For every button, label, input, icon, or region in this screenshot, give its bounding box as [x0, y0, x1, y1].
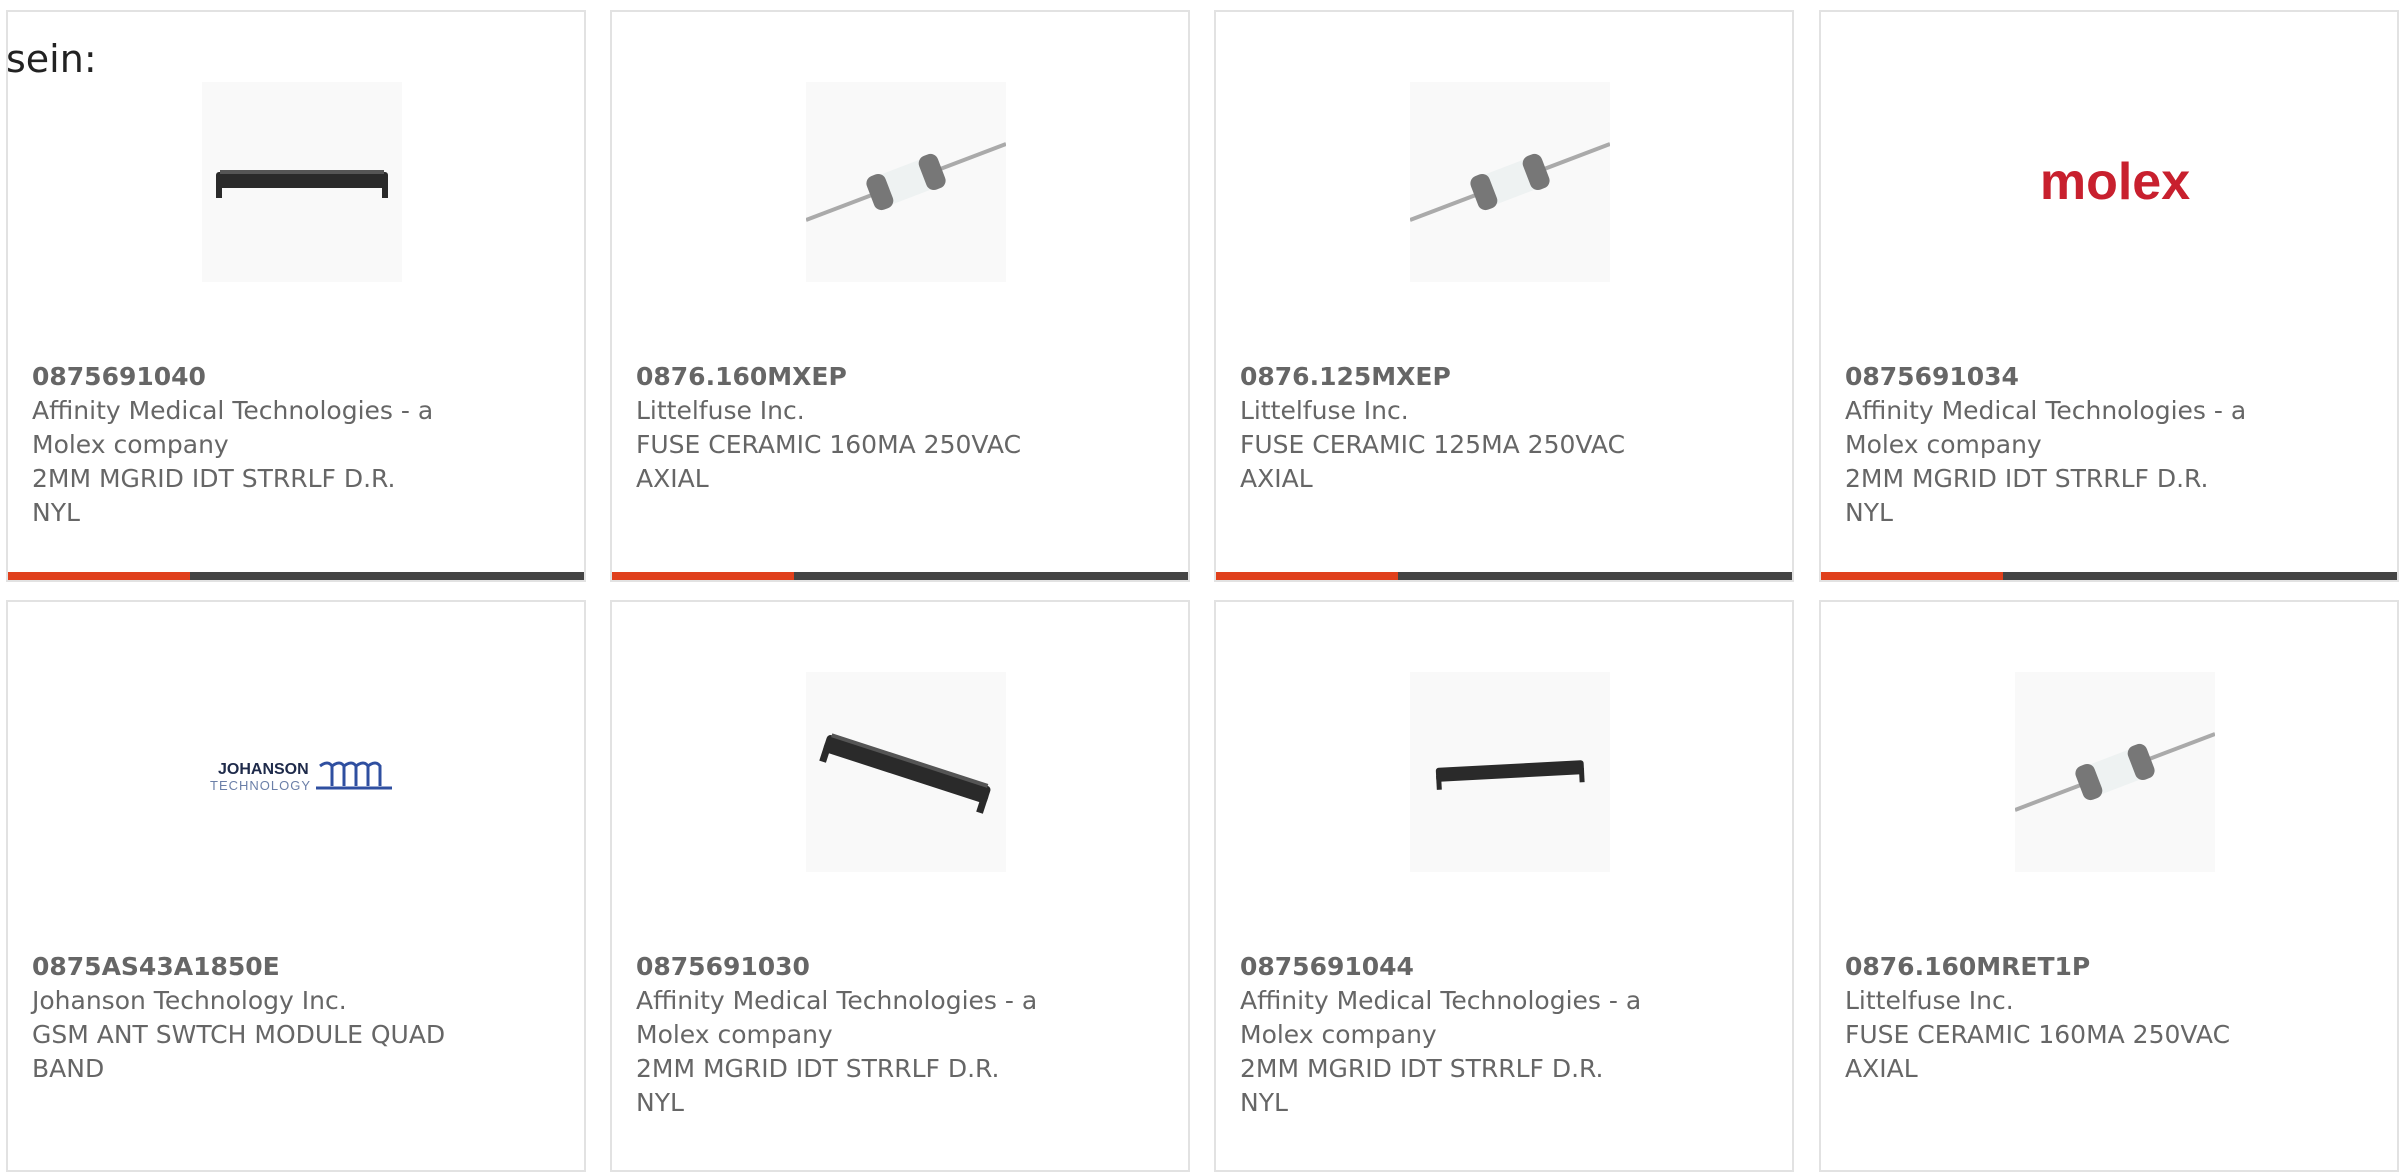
- description-line: AXIAL: [1240, 464, 1313, 493]
- manufacturer-line: Molex company: [32, 430, 229, 459]
- description-line: FUSE CERAMIC 125MA 250VAC: [1240, 430, 1626, 459]
- product-info: 0875691044 Affinity Medical Technologies…: [1240, 950, 1680, 1120]
- manufacturer-line: Affinity Medical Technologies - a: [1240, 986, 1642, 1015]
- description-line: FUSE CERAMIC 160MA 250VAC: [1845, 1020, 2231, 1049]
- card-footer-bar: [612, 572, 1188, 580]
- connector-image-icon: [1435, 760, 1585, 790]
- manufacturer-line: Molex company: [1240, 1020, 1437, 1049]
- logo-waves-icon: [316, 761, 392, 790]
- description-line: NYL: [1240, 1088, 1288, 1117]
- description-line: NYL: [636, 1088, 684, 1117]
- part-number-link[interactable]: 0875691030: [636, 950, 1076, 984]
- connector-image-icon: [819, 733, 991, 814]
- manufacturer-line: Molex company: [1845, 430, 2042, 459]
- description-line: NYL: [1845, 498, 1893, 527]
- card-accent-bar: [612, 572, 794, 580]
- description-line: 2MM MGRID IDT STRRLF D.R.: [1240, 1054, 1604, 1083]
- product-image[interactable]: JOHANSON TECHNOLOGY: [202, 672, 402, 872]
- manufacturer-line: Molex company: [636, 1020, 833, 1049]
- manufacturer-line: Littelfuse Inc.: [636, 396, 805, 425]
- product-info: 0876.125MXEP Littelfuse Inc. FUSE CERAMI…: [1240, 360, 1680, 496]
- manufacturer-line: Johanson Technology Inc.: [32, 986, 347, 1015]
- product-card[interactable]: 0876.160MRET1P Littelfuse Inc. FUSE CERA…: [1819, 600, 2399, 1172]
- description-line: AXIAL: [636, 464, 709, 493]
- description-line: FUSE CERAMIC 160MA 250VAC: [636, 430, 1022, 459]
- intro-text: sein:: [6, 37, 97, 81]
- part-number-link[interactable]: 0876.160MXEP: [636, 360, 1076, 394]
- product-info: 0875AS43A1850E Johanson Technology Inc. …: [32, 950, 472, 1086]
- description-line: 2MM MGRID IDT STRRLF D.R.: [636, 1054, 1000, 1083]
- manufacturer-line: Littelfuse Inc.: [1845, 986, 2014, 1015]
- fuse-image-icon: [2015, 732, 2215, 812]
- product-image[interactable]: [202, 82, 402, 282]
- card-footer-bar: [1821, 572, 2397, 580]
- description-line: 2MM MGRID IDT STRRLF D.R.: [1845, 464, 2209, 493]
- product-info: 0876.160MRET1P Littelfuse Inc. FUSE CERA…: [1845, 950, 2285, 1086]
- card-footer-bar: [1216, 572, 1792, 580]
- product-image[interactable]: molex: [2015, 82, 2215, 282]
- card-accent-bar: [1216, 572, 1398, 580]
- manufacturer-line: Littelfuse Inc.: [1240, 396, 1409, 425]
- manufacturer-line: Affinity Medical Technologies - a: [1845, 396, 2247, 425]
- description-line: AXIAL: [1845, 1054, 1918, 1083]
- product-card[interactable]: 0876.125MXEP Littelfuse Inc. FUSE CERAMI…: [1214, 10, 1794, 582]
- johanson-logo-icon: JOHANSON TECHNOLOGY: [208, 760, 398, 800]
- part-number-link[interactable]: 0875691040: [32, 360, 472, 394]
- part-number-link[interactable]: 0876.125MXEP: [1240, 360, 1680, 394]
- product-info: 0876.160MXEP Littelfuse Inc. FUSE CERAMI…: [636, 360, 1076, 496]
- description-line: NYL: [32, 498, 80, 527]
- product-card[interactable]: 0875691040 Affinity Medical Technologies…: [6, 10, 586, 582]
- part-number-link[interactable]: 0876.160MRET1P: [1845, 950, 2285, 984]
- description-line: GSM ANT SWTCH MODULE QUAD: [32, 1020, 446, 1049]
- part-number-link[interactable]: 0875691034: [1845, 360, 2285, 394]
- fuse-image-icon: [806, 142, 1006, 222]
- connector-image-icon: [216, 170, 388, 198]
- molex-logo-icon: molex: [2039, 153, 2191, 211]
- product-info: 0875691040 Affinity Medical Technologies…: [32, 360, 472, 530]
- description-line: 2MM MGRID IDT STRRLF D.R.: [32, 464, 396, 493]
- product-card[interactable]: 0875691030 Affinity Medical Technologies…: [610, 600, 1190, 1172]
- product-image[interactable]: [1410, 672, 1610, 872]
- card-accent-bar: [8, 572, 190, 580]
- part-number-link[interactable]: 0875AS43A1850E: [32, 950, 472, 984]
- manufacturer-line: Affinity Medical Technologies - a: [636, 986, 1038, 1015]
- product-card[interactable]: molex 0875691034 Affinity Medical Techno…: [1819, 10, 2399, 582]
- product-card[interactable]: JOHANSON TECHNOLOGY 0875AS43A1850E Johan…: [6, 600, 586, 1172]
- product-card[interactable]: 0875691044 Affinity Medical Technologies…: [1214, 600, 1794, 1172]
- product-info: 0875691034 Affinity Medical Technologies…: [1845, 360, 2285, 530]
- product-image[interactable]: [806, 672, 1006, 872]
- product-card[interactable]: 0876.160MXEP Littelfuse Inc. FUSE CERAMI…: [610, 10, 1190, 582]
- card-accent-bar: [1821, 572, 2003, 580]
- description-line: BAND: [32, 1054, 105, 1083]
- product-info: 0875691030 Affinity Medical Technologies…: [636, 950, 1076, 1120]
- manufacturer-line: Affinity Medical Technologies - a: [32, 396, 434, 425]
- fuse-image-icon: [1410, 142, 1610, 222]
- product-image[interactable]: [1410, 82, 1610, 282]
- product-image[interactable]: [806, 82, 1006, 282]
- part-number-link[interactable]: 0875691044: [1240, 950, 1680, 984]
- product-image[interactable]: [2015, 672, 2215, 872]
- card-footer-bar: [8, 572, 584, 580]
